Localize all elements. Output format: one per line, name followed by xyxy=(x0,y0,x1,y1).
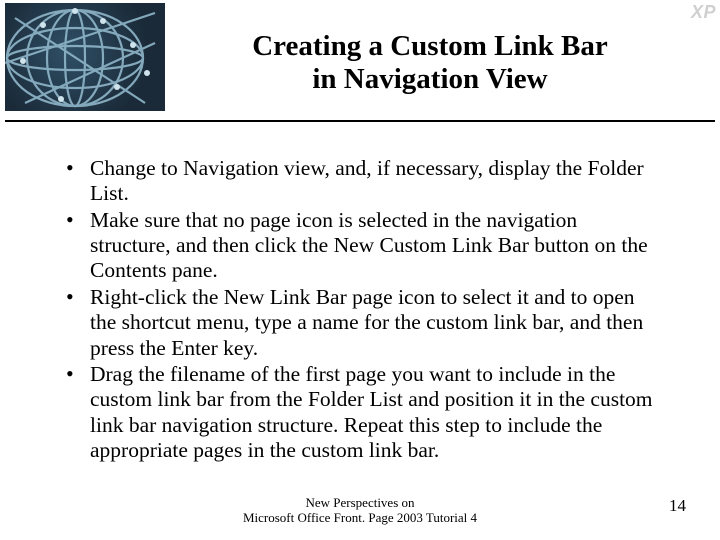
xp-badge: XP xyxy=(691,2,716,23)
sphere-icon xyxy=(5,3,165,111)
title-line-1: Creating a Custom Link Bar xyxy=(252,30,608,62)
slide: Creating a Custom Link Bar in Navigation… xyxy=(0,0,720,540)
slide-body: Change to Navigation view, and, if neces… xyxy=(62,156,662,464)
list-item: Change to Navigation view, and, if neces… xyxy=(62,156,662,207)
footer-line-2: Microsoft Office Front. Page 2003 Tutori… xyxy=(243,510,477,525)
slide-title: Creating a Custom Link Bar in Navigation… xyxy=(180,30,680,97)
slide-header: Creating a Custom Link Bar in Navigation… xyxy=(0,0,720,125)
list-item: Drag the filename of the first page you … xyxy=(62,362,662,463)
list-item: Make sure that no page icon is selected … xyxy=(62,208,662,284)
header-image xyxy=(5,3,165,111)
bullet-list: Change to Navigation view, and, if neces… xyxy=(62,156,662,463)
title-line-2: in Navigation View xyxy=(312,63,547,95)
page-number: 14 xyxy=(669,496,686,516)
header-rule xyxy=(5,120,715,122)
slide-footer: New Perspectives on Microsoft Office Fro… xyxy=(0,496,720,526)
footer-line-1: New Perspectives on xyxy=(305,495,414,510)
list-item: Right-click the New Link Bar page icon t… xyxy=(62,285,662,361)
